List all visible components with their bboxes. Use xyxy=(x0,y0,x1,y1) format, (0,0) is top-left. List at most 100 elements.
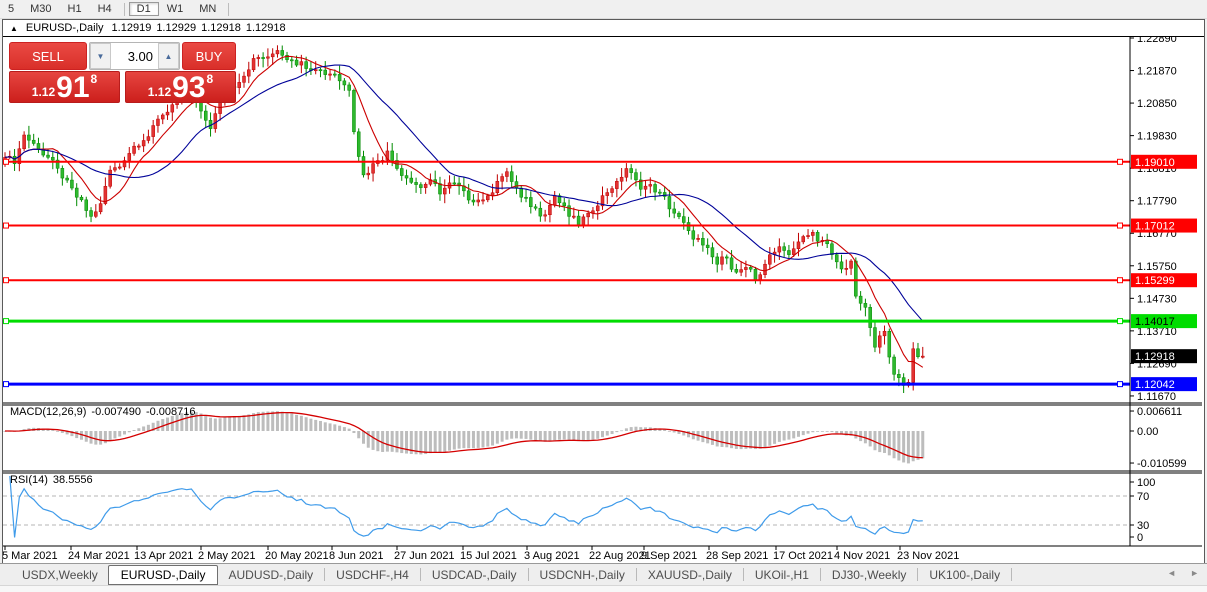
buy-price-box[interactable]: 1.12 93 8 xyxy=(125,71,236,103)
hline-marker xyxy=(1118,223,1123,228)
candle-body xyxy=(204,111,207,120)
macd-histogram-bar xyxy=(893,431,896,458)
rsi-label-row: RSI(14) 38.5556 xyxy=(10,474,93,486)
axis-price-label: 1.14017 xyxy=(1135,316,1175,328)
candle-body xyxy=(553,196,556,206)
candle-body xyxy=(314,70,317,71)
candle-body xyxy=(281,50,284,55)
candle-body xyxy=(783,247,786,251)
tab-usdchf-h4[interactable]: USDCHF-,H4 xyxy=(326,566,419,584)
candle-body xyxy=(137,146,140,147)
volume-input[interactable]: 3.00 xyxy=(111,43,158,69)
candle-body xyxy=(850,261,853,268)
candle-body xyxy=(787,250,790,254)
tab-xauusd-daily[interactable]: XAUUSD-,Daily xyxy=(638,566,742,584)
macd-histogram-bar xyxy=(443,431,446,452)
macd-histogram-bar xyxy=(505,431,508,440)
macd-histogram-bar xyxy=(773,431,776,444)
sell-price-box[interactable]: 1.12 91 8 xyxy=(9,71,120,103)
axis-price-label: 1.19010 xyxy=(1135,157,1175,169)
tab-eurusd-daily[interactable]: EURUSD-,Daily xyxy=(108,565,219,585)
tab-usdx-weekly[interactable]: USDX,Weekly xyxy=(12,566,108,584)
candle-body xyxy=(721,257,724,264)
volume-increase-icon[interactable]: ▲ xyxy=(158,43,179,69)
macd-histogram-bar xyxy=(113,431,116,438)
macd-histogram-bar xyxy=(529,431,532,440)
tab-separator xyxy=(820,568,821,581)
candle-body xyxy=(271,54,274,57)
price-tick-label: 1.22890 xyxy=(1137,37,1177,45)
macd-histogram-bar xyxy=(711,431,714,445)
macd-histogram-bar xyxy=(787,431,790,440)
timeframe-button-D1[interactable]: D1 xyxy=(129,2,159,16)
toolbar-separator xyxy=(124,3,125,16)
macd-histogram-bar xyxy=(243,415,246,431)
tab-usdcnh-daily[interactable]: USDCNH-,Daily xyxy=(530,566,635,584)
date-label: 15 Jul 2021 xyxy=(460,550,517,562)
macd-histogram-bar xyxy=(902,431,905,462)
candle-body xyxy=(319,70,322,71)
axis-price-label: 1.17012 xyxy=(1135,221,1175,233)
timeframe-button-H1[interactable]: H1 xyxy=(60,2,90,16)
tab-scroll-right-icon[interactable]: ► xyxy=(1190,568,1199,578)
macd-histogram-bar xyxy=(826,431,829,432)
tab-ukoil-h1[interactable]: UKOil-,H1 xyxy=(745,566,819,584)
candle-body xyxy=(697,238,700,239)
candle-body xyxy=(897,374,900,377)
chart-canvas[interactable]: 1.228901.218701.208501.198301.188101.177… xyxy=(3,37,1202,563)
candle-body xyxy=(854,261,857,296)
candle-body xyxy=(912,349,915,383)
candle-body xyxy=(305,62,308,69)
timeframe-button-MN[interactable]: MN xyxy=(191,2,224,16)
macd-histogram-bar xyxy=(797,431,800,437)
candle-body xyxy=(300,62,303,65)
macd-label-row: MACD(12,26,9) -0.007490 -0.008716 xyxy=(10,406,196,418)
candle-body xyxy=(515,182,518,188)
macd-histogram-bar xyxy=(716,431,719,446)
macd-histogram-bar xyxy=(419,431,422,454)
date-label: 9 Sep 2021 xyxy=(641,550,697,562)
volume-decrease-icon[interactable]: ▼ xyxy=(90,43,111,69)
collapse-triangle-icon[interactable]: ▲ xyxy=(10,24,18,33)
macd-histogram-bar xyxy=(907,431,910,463)
candle-body xyxy=(257,57,260,58)
tab-dj30-weekly[interactable]: DJ30-,Weekly xyxy=(822,566,916,584)
hline-marker xyxy=(1118,382,1123,387)
sell-button[interactable]: SELL xyxy=(9,42,87,70)
macd-histogram-bar xyxy=(591,431,594,440)
toolbar-separator xyxy=(228,3,229,16)
hline-marker xyxy=(4,382,9,387)
candle-body xyxy=(778,247,781,252)
axis-price-label: 1.12918 xyxy=(1135,351,1175,363)
tab-separator xyxy=(743,568,744,581)
macd-histogram-bar xyxy=(501,431,504,442)
macd-histogram-bar xyxy=(123,431,126,434)
tab-uk100-daily[interactable]: UK100-,Daily xyxy=(919,566,1010,584)
open-value: 1.12919 xyxy=(112,22,152,34)
macd-histogram-bar xyxy=(266,412,269,431)
tab-scroll-left-icon[interactable]: ◄ xyxy=(1167,568,1176,578)
timeframe-button-H4[interactable]: H4 xyxy=(90,2,120,16)
macd-histogram-bar xyxy=(807,431,810,434)
candle-body xyxy=(587,213,590,217)
macd-histogram-bar xyxy=(606,431,609,436)
timeframe-button-5[interactable]: 5 xyxy=(0,2,22,16)
candle-body xyxy=(644,186,647,189)
macd-histogram-bar xyxy=(290,414,293,431)
price-tick-label: 1.17790 xyxy=(1137,196,1177,208)
buy-button[interactable]: BUY xyxy=(182,42,236,70)
buy-price-big: 93 xyxy=(172,76,205,100)
candle-body xyxy=(80,197,83,200)
axis-price-label: 1.12042 xyxy=(1135,379,1175,391)
candle-body xyxy=(324,70,327,75)
tab-audusd-daily[interactable]: AUDUSD-,Daily xyxy=(218,566,323,584)
tab-usdcad-daily[interactable]: USDCAD-,Daily xyxy=(422,566,527,584)
macd-histogram-bar xyxy=(128,431,131,432)
timeframe-button-M30[interactable]: M30 xyxy=(22,2,59,16)
macd-histogram-bar xyxy=(343,427,346,431)
candle-body xyxy=(673,209,676,213)
timeframe-button-W1[interactable]: W1 xyxy=(159,2,192,16)
candle-body xyxy=(482,200,485,201)
candle-body xyxy=(682,217,685,223)
macd-histogram-bar xyxy=(400,431,403,453)
